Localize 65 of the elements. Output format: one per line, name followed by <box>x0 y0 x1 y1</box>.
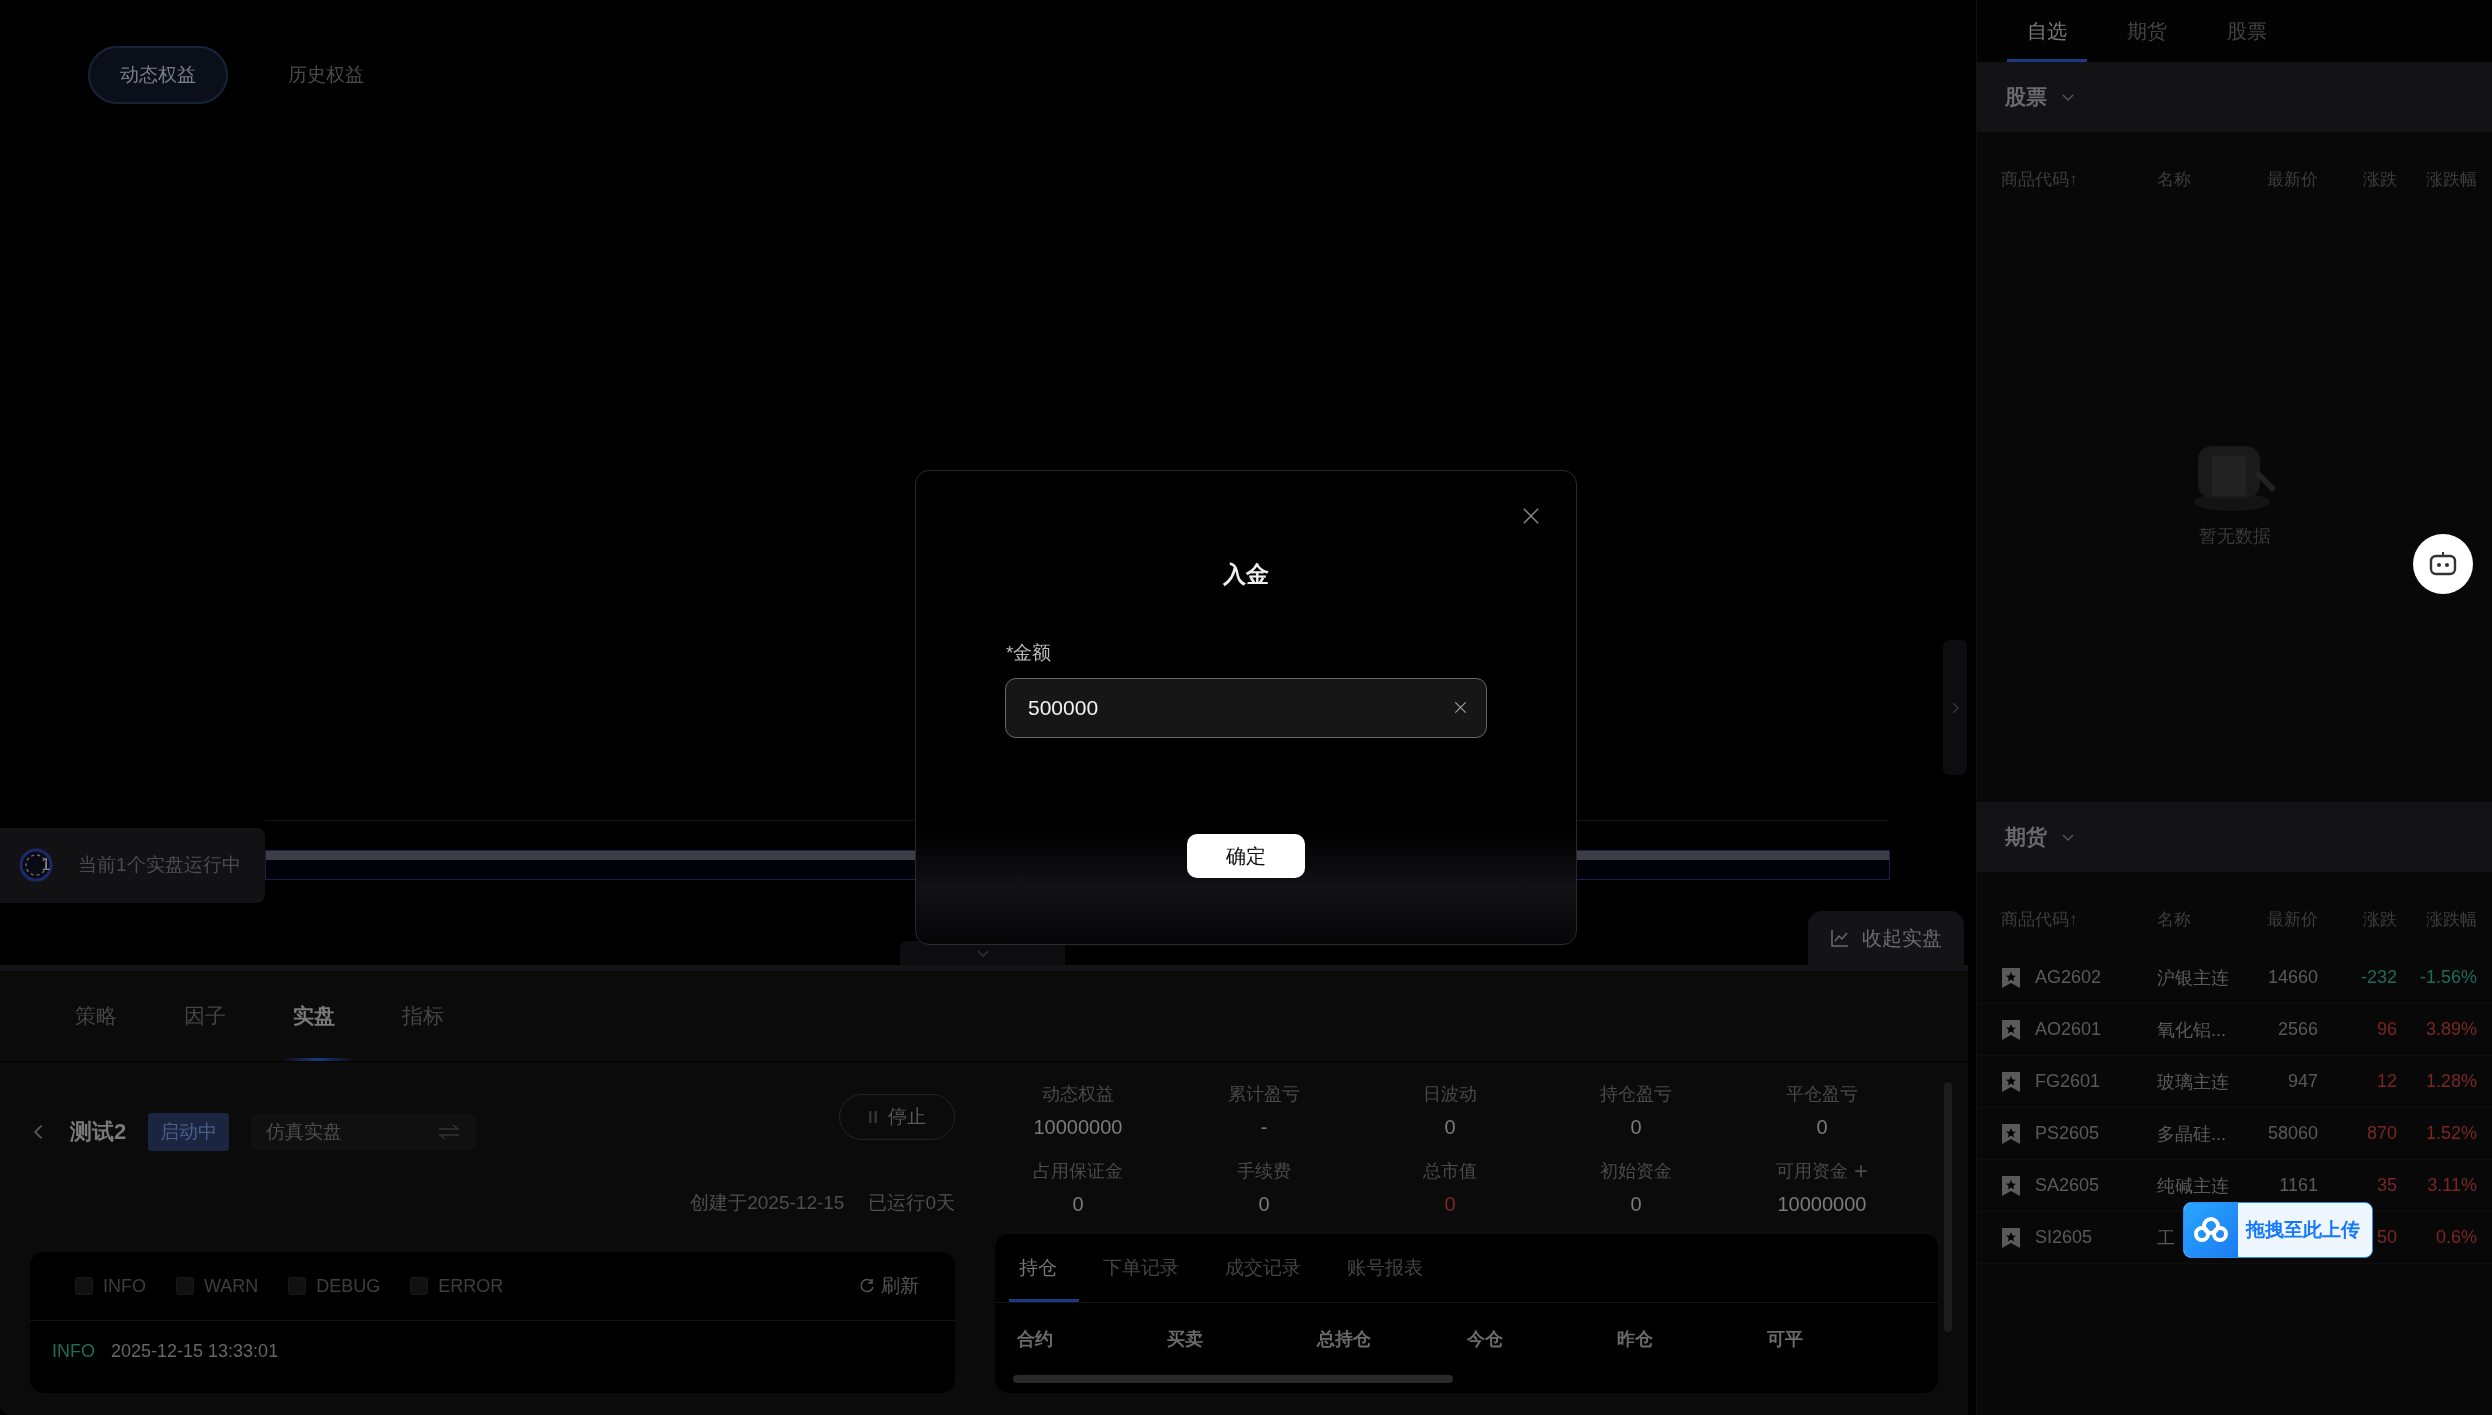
status-tag: 启动中 <box>148 1113 230 1151</box>
dialog-title: 入金 <box>1223 560 1269 589</box>
quote-code: SA2605 <box>2035 1175 2100 1196</box>
metric-label: 初始资金 <box>1600 1160 1672 1183</box>
metric-label: 日波动 <box>1423 1083 1477 1106</box>
quote-change: 50 <box>2376 1227 2397 1248</box>
metric-label: 可用资金 <box>1776 1160 1848 1183</box>
quote-name: 工 <box>2157 1226 2175 1250</box>
quote-price: 58060 <box>2267 1123 2318 1144</box>
quote-code: PS2605 <box>2035 1123 2100 1144</box>
strategy-name: 测试2 <box>70 1118 127 1146</box>
quote-change: 96 <box>2376 1019 2397 1040</box>
created-date: 创建于2025-12-15 <box>690 1191 845 1215</box>
quote-name: 玻璃主连 <box>2157 1070 2229 1094</box>
column-header: 总持仓 <box>1317 1328 1372 1351</box>
metric-label: 持仓盈亏 <box>1600 1083 1672 1106</box>
quote-price: 2566 <box>2277 1019 2318 1040</box>
metric-label: 总市值 <box>1423 1160 1477 1183</box>
metric-value: 0 <box>1258 1193 1270 1216</box>
quote-price: 947 <box>2287 1071 2318 1092</box>
metric-label: 手续费 <box>1237 1160 1291 1183</box>
metric-value: 10000000 <box>1033 1116 1123 1139</box>
column-header: 今仓 <box>1467 1328 1504 1351</box>
quote-price: 1161 <box>2279 1175 2318 1196</box>
metric-value: 0 <box>1072 1193 1084 1216</box>
running-text: 当前1个实盘运行中 <box>78 853 241 877</box>
quote-name: 氧化铝... <box>2157 1018 2226 1042</box>
quote-price: 14660 <box>2267 967 2318 988</box>
column-header: 可平 <box>1767 1328 1804 1351</box>
log-time: 2025-12-15 13:33:01 <box>111 1341 279 1362</box>
metric-label: 占用保证金 <box>1033 1160 1123 1183</box>
metric-value: 10000000 <box>1777 1193 1867 1216</box>
metric-value: 0 <box>1630 1193 1642 1216</box>
running-days: 已运行0天 <box>868 1190 955 1216</box>
quote-change: 12 <box>2376 1071 2397 1092</box>
metric-value: - <box>1260 1116 1268 1139</box>
field-label: *金额 <box>1006 641 1052 665</box>
quote-code: FG2601 <box>2035 1071 2101 1092</box>
quote-change: -232 <box>2360 967 2397 988</box>
column-header: 合约 <box>1017 1328 1054 1351</box>
quote-change: 870 <box>2366 1123 2397 1144</box>
quote-change-pct: 3.89% <box>2424 1019 2477 1040</box>
metric-value: 0 <box>1444 1116 1456 1139</box>
metric-value: 0 <box>1630 1116 1642 1139</box>
metric-label: 动态权益 <box>1042 1083 1114 1106</box>
quote-code: AO2601 <box>2035 1019 2102 1040</box>
metric-label: 累计盈亏 <box>1228 1083 1300 1106</box>
metric-label: 平仓盈亏 <box>1786 1083 1858 1106</box>
column-header: 买卖 <box>1167 1328 1204 1351</box>
quote-change-pct: 0.6% <box>2434 1227 2477 1248</box>
quote-name: 纯碱主连 <box>2157 1174 2229 1198</box>
quote-code: AG2602 <box>2035 967 2102 988</box>
quote-change-pct: -1.56% <box>2418 967 2477 988</box>
quote-change: 35 <box>2376 1175 2397 1196</box>
quote-name: 沪银主连 <box>2157 966 2229 990</box>
metric-value: 0 <box>1816 1116 1828 1139</box>
quote-change-pct: 1.52% <box>2424 1123 2477 1144</box>
quote-name: 多晶硅... <box>2157 1122 2226 1146</box>
running-count: 1 <box>40 856 52 874</box>
quote-change-pct: 3.11% <box>2426 1175 2477 1196</box>
metric-value: 0 <box>1444 1193 1456 1216</box>
quote-change-pct: 1.28% <box>2424 1071 2477 1092</box>
column-header: 昨仓 <box>1617 1328 1654 1351</box>
log-level: INFO <box>52 1341 95 1362</box>
quote-code: SI2605 <box>2035 1227 2093 1248</box>
